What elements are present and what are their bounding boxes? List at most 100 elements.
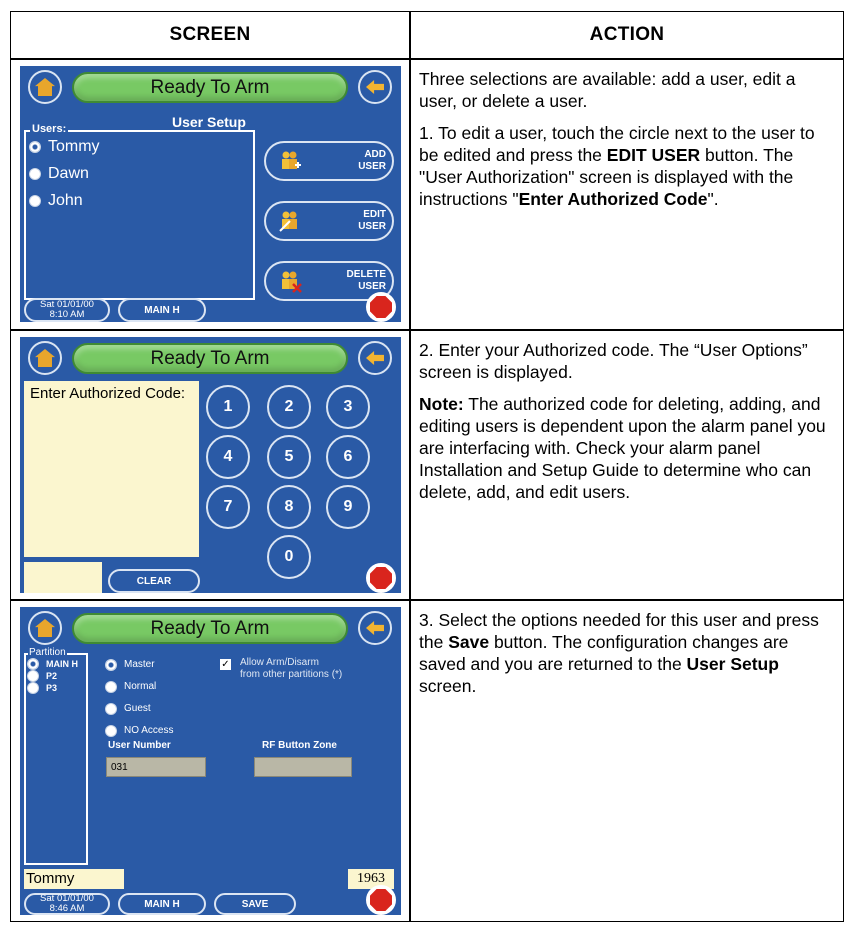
keypad-key[interactable]: 6 (326, 435, 370, 479)
action-paragraph: 1. To edit a user, touch the circle next… (419, 123, 815, 209)
user-number-field[interactable]: 031 (106, 757, 206, 777)
partition-label: Partition (28, 647, 67, 658)
radio-unselected[interactable] (106, 703, 116, 714)
access-level-option[interactable]: Guest (106, 703, 151, 714)
back-arrow-icon (366, 351, 384, 365)
access-level-name: Normal (124, 681, 157, 692)
rf-zone-label: RF Button Zone (262, 740, 337, 751)
action-text-1: Three selections are available: add a us… (419, 68, 837, 220)
stop-icon (370, 567, 392, 589)
add-user-label: ADD USER (358, 149, 386, 172)
action-text-3: 3. Select the options needed for this us… (419, 609, 837, 707)
radio-unselected[interactable] (28, 683, 38, 693)
keypad-key[interactable]: 7 (206, 485, 250, 529)
add-user-button[interactable]: ADD USER (264, 141, 394, 181)
home-icon (35, 349, 55, 367)
panic-button[interactable] (366, 563, 396, 593)
column-divider (409, 12, 411, 921)
radio-selected[interactable] (28, 659, 38, 669)
allow-arm-label: Allow Arm/Disarm from other partitions (*… (240, 657, 343, 680)
rf-zone-field[interactable] (254, 757, 352, 777)
access-level-option[interactable]: Normal (106, 681, 156, 692)
user-name-field[interactable]: Tommy (24, 869, 124, 889)
keypad-key[interactable]: 0 (267, 535, 311, 579)
date-time-button[interactable]: Sat 01/01/00 8:46 AM (24, 893, 110, 915)
edit-user-label: EDIT USER (358, 209, 386, 232)
action-paragraph: Note: The authorized code for deleting, … (419, 394, 826, 502)
back-button[interactable] (358, 341, 392, 375)
radio-unselected[interactable] (30, 196, 40, 206)
back-button[interactable] (358, 611, 392, 645)
status-title: Ready To Arm (72, 613, 348, 644)
panic-button[interactable] (366, 885, 396, 915)
user-options-screen: Ready To Arm Partition MAIN H P2 P3 Mast… (20, 607, 401, 915)
keypad-key[interactable]: 1 (206, 385, 250, 429)
keypad-key[interactable]: 4 (206, 435, 250, 479)
partition-name: MAIN H (46, 659, 78, 669)
radio-unselected[interactable] (106, 681, 116, 692)
clear-button[interactable]: CLEAR (108, 569, 200, 593)
authorization-screen: Ready To Arm Enter Authorized Code: 1 2 … (20, 337, 401, 593)
access-level-option[interactable]: Master (106, 659, 155, 670)
stop-icon (370, 889, 392, 911)
partition-name: P2 (46, 671, 58, 681)
keypad-key[interactable]: 2 (267, 385, 311, 429)
access-level-option[interactable]: NO Access (106, 725, 173, 736)
partition-option[interactable]: P2 (28, 671, 57, 681)
code-entry-field[interactable] (24, 562, 102, 593)
action-paragraph: 2. Enter your Authorized code. The “User… (419, 340, 808, 382)
home-button[interactable] (28, 341, 62, 375)
access-level-name: NO Access (124, 725, 174, 736)
keypad-key[interactable]: 5 (267, 435, 311, 479)
user-name: John (48, 192, 83, 209)
back-button[interactable] (358, 70, 392, 104)
partition-option[interactable]: MAIN H (28, 659, 78, 669)
user-setup-screen: Ready To Arm User Setup Users: Tommy Daw… (20, 66, 401, 322)
back-arrow-icon (366, 621, 384, 635)
radio-unselected[interactable] (106, 725, 116, 736)
home-button[interactable] (28, 611, 62, 645)
radio-selected[interactable] (30, 142, 40, 152)
user-list-item[interactable]: Dawn (30, 165, 89, 183)
save-button[interactable]: SAVE (214, 893, 296, 915)
keypad-key[interactable]: 8 (267, 485, 311, 529)
user-name: Tommy (48, 138, 100, 155)
keypad-key[interactable]: 3 (326, 385, 370, 429)
edit-user-button[interactable]: EDIT USER (264, 201, 394, 241)
home-icon (35, 619, 55, 637)
action-paragraph: Three selections are available: add a us… (419, 69, 796, 111)
row-divider (11, 329, 843, 331)
radio-selected[interactable] (106, 659, 116, 670)
partition-name: P3 (46, 683, 58, 693)
allow-arm-checkbox[interactable]: ✓ (220, 659, 231, 670)
back-arrow-icon (366, 80, 384, 94)
users-label: Users: (30, 123, 69, 135)
stop-icon (370, 296, 392, 318)
radio-unselected[interactable] (28, 671, 38, 681)
row-divider (11, 58, 843, 60)
status-title: Ready To Arm (72, 343, 348, 374)
date-time-button[interactable]: Sat 01/01/00 8:10 AM (24, 298, 110, 322)
home-button[interactable] (28, 70, 62, 104)
home-icon (35, 78, 55, 96)
action-column-header: ACTION (589, 24, 665, 45)
user-number-label: User Number (108, 740, 171, 751)
screen-column-header: SCREEN (169, 24, 251, 45)
row-divider (11, 599, 843, 601)
user-list-item[interactable]: Tommy (30, 138, 100, 156)
access-level-name: Master (124, 659, 155, 670)
delete-user-icon (282, 271, 302, 293)
radio-unselected[interactable] (30, 169, 40, 179)
edit-user-icon (279, 211, 297, 232)
action-text-2: 2. Enter your Authorized code. The “User… (419, 339, 837, 513)
panic-button[interactable] (366, 292, 396, 322)
partition-button[interactable]: MAIN H (118, 298, 206, 322)
partition-button[interactable]: MAIN H (118, 893, 206, 915)
keypad-key[interactable]: 9 (326, 485, 370, 529)
user-list-item[interactable]: John (30, 192, 83, 210)
section-title: User Setup (172, 114, 246, 130)
delete-user-label: DELETE USER (346, 269, 386, 292)
add-user-icon (282, 151, 301, 169)
partition-option[interactable]: P3 (28, 683, 57, 693)
prompt-panel: Enter Authorized Code: (24, 381, 199, 557)
